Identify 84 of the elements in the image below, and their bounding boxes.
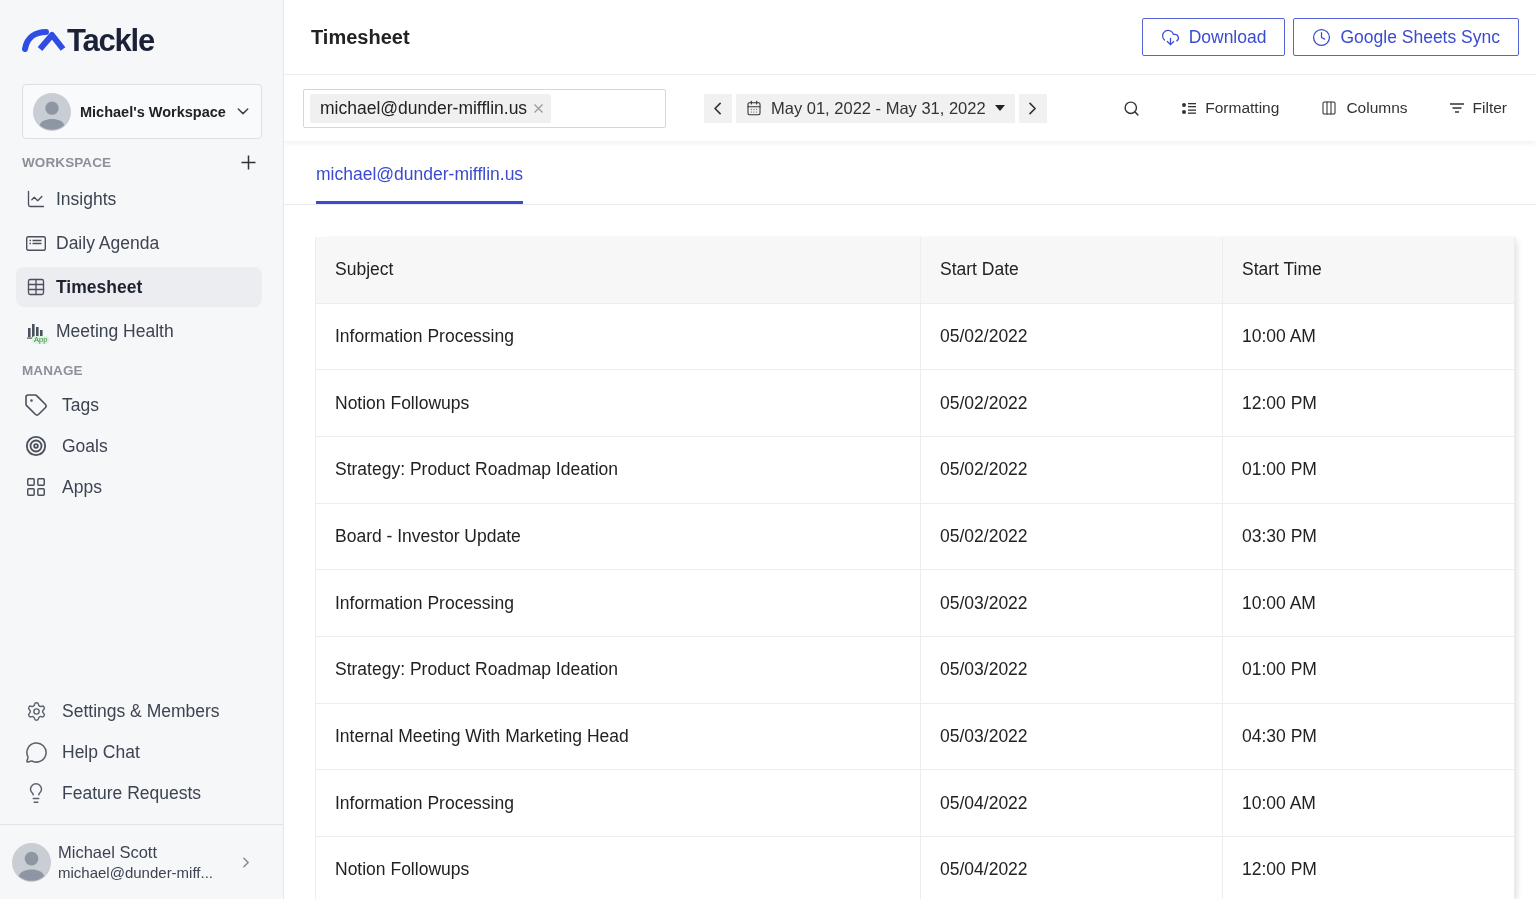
filter-icon	[1449, 103, 1464, 113]
table-cell: Notion Followups	[315, 369, 921, 437]
avatar-icon	[12, 842, 51, 882]
table-cell: 05/02/2022	[920, 503, 1223, 570]
chevron-right-icon	[1029, 101, 1037, 115]
section-title: MANAGE	[22, 362, 83, 378]
chevron-right-icon	[242, 856, 249, 868]
target-icon	[25, 435, 47, 457]
column-header: Start Time	[1222, 237, 1515, 303]
calendar-icon	[746, 100, 762, 116]
card-list-icon	[26, 235, 46, 251]
sidebar-link[interactable]: Feature Requests	[16, 774, 262, 812]
sidebar-item[interactable]: Tags	[16, 386, 262, 424]
table-cell: Information Processing	[315, 303, 921, 370]
tag-icon	[24, 393, 48, 417]
logo-icon	[22, 28, 66, 52]
plus-icon	[241, 154, 256, 170]
table-cell: 05/03/2022	[920, 636, 1223, 704]
sidebar-link[interactable]: Help Chat	[16, 733, 262, 771]
search-button[interactable]	[1123, 99, 1141, 117]
chat-bubble-icon	[24, 740, 48, 764]
table-cell: 04:30 PM	[1222, 703, 1515, 770]
chevron-down-icon	[237, 108, 249, 115]
column-header: Subject	[315, 237, 921, 303]
table-cell: Board - Investor Update	[315, 503, 921, 570]
table-cell: 10:00 AM	[1222, 303, 1515, 370]
toolbar-button[interactable]: Filter	[1449, 99, 1507, 117]
cloud-download-icon	[1160, 27, 1180, 47]
sidebar-item[interactable]: Insights	[16, 179, 262, 219]
date-range-button[interactable]: May 01, 2022 - May 31, 2022	[736, 93, 1015, 123]
user-profile[interactable]: Michael Scott michael@dunder-miff...	[0, 824, 283, 899]
table-cell: 12:00 PM	[1222, 369, 1515, 437]
header-button[interactable]: Download	[1141, 18, 1286, 56]
user-name: Michael Scott	[58, 843, 159, 862]
sidebar-item[interactable]: Timesheet	[16, 267, 262, 307]
table-cell: Information Processing	[315, 569, 921, 637]
workspace-switcher[interactable]: Michael's Workspace	[22, 84, 262, 139]
remove-icon	[534, 103, 544, 113]
caret-icon	[994, 105, 1005, 111]
add-button[interactable]	[241, 154, 256, 170]
sidebar-item[interactable]: Daily Agenda	[16, 223, 262, 263]
settings-icon	[25, 700, 47, 722]
table-cell: 05/03/2022	[920, 703, 1223, 770]
bar-chart-icon	[26, 323, 46, 339]
table-cell: 10:00 AM	[1222, 569, 1515, 637]
table-cell: Notion Followups	[315, 836, 921, 899]
table-icon	[26, 277, 46, 297]
table-cell: 05/03/2022	[920, 569, 1223, 637]
people-input-field[interactable]: michael@dunder-mifflin.us	[303, 88, 666, 128]
sidebar-link[interactable]: Settings & Members	[16, 692, 262, 730]
sidebar-item[interactable]: Goals	[16, 427, 262, 465]
table-cell: 01:00 PM	[1222, 436, 1515, 504]
search-icon	[1123, 99, 1141, 117]
toolbar-button[interactable]: Columns	[1321, 99, 1408, 117]
table-cell: Strategy: Product Roadmap Ideation	[315, 636, 921, 704]
next-button[interactable]	[1018, 93, 1047, 123]
logo-text: Tackle	[67, 24, 154, 56]
table-cell: 01:00 PM	[1222, 636, 1515, 704]
columns-icon	[1321, 100, 1338, 116]
table-cell: Internal Meeting With Marketing Head	[315, 703, 921, 770]
chevron-left-icon	[714, 101, 722, 115]
table-cell: 05/02/2022	[920, 436, 1223, 504]
section-title: WORKSPACE	[22, 154, 112, 170]
table-cell: Information Processing	[315, 769, 921, 837]
table-cell: 05/04/2022	[920, 769, 1223, 837]
toolbar-button[interactable]: Formatting	[1182, 99, 1280, 117]
user-email: michael@dunder-miff...	[58, 864, 214, 881]
avatar-icon	[33, 92, 71, 131]
list-format-icon	[1182, 101, 1197, 115]
line-chart-icon	[26, 189, 46, 209]
email-chip[interactable]: michael@dunder-mifflin.us	[310, 93, 552, 123]
header-button[interactable]: Google Sheets Sync	[1293, 18, 1519, 56]
table-cell: 10:00 AM	[1222, 769, 1515, 837]
sidebar-item[interactable]: Apps	[16, 468, 262, 506]
table-cell: 03:30 PM	[1222, 503, 1515, 570]
tab[interactable]: michael@dunder-mifflin.us	[316, 141, 524, 204]
table-cell: 05/02/2022	[920, 303, 1223, 370]
previous-button[interactable]	[704, 93, 732, 123]
table-cell: 05/02/2022	[920, 369, 1223, 437]
grid-icon	[25, 476, 47, 498]
page-title: Timesheet	[311, 25, 410, 49]
clock-icon	[1312, 27, 1332, 47]
column-header: Start Date	[920, 237, 1223, 303]
table-cell: Strategy: Product Roadmap Ideation	[315, 436, 921, 504]
